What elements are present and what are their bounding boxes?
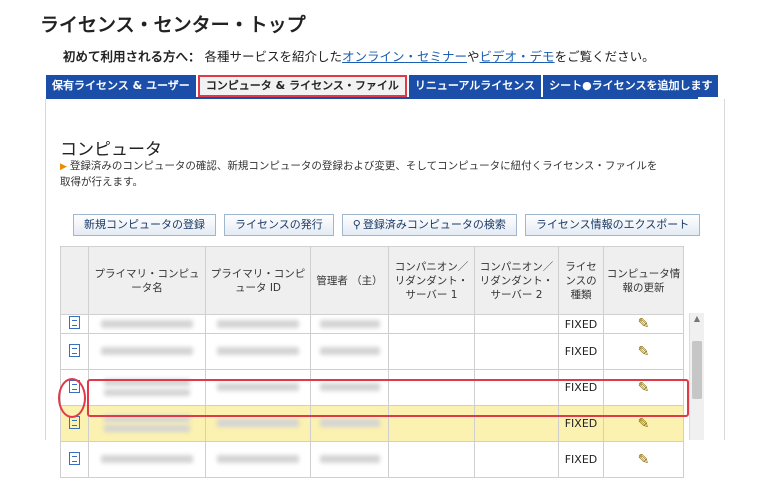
redacted-admin: [319, 319, 380, 328]
tab-computers-license-files[interactable]: コンピュータ & ライセンス・ファイル: [197, 75, 407, 97]
document-icon[interactable]: [69, 343, 80, 357]
redacted-name-line2: [104, 425, 190, 432]
header-companion-server-1[interactable]: コンパニオン／リダンダント・サーバー 1: [388, 246, 475, 315]
table-row: FIXED ✎: [60, 314, 684, 334]
magnifier-icon: ⚲: [352, 218, 361, 231]
pencil-icon[interactable]: ✎: [638, 452, 650, 468]
table-row: FIXED ✎: [60, 441, 684, 478]
main-tabs: 保有ライセンス & ユーザー コンピュータ & ライセンス・ファイル リニューア…: [46, 75, 719, 97]
header-admin[interactable]: 管理者 （主）: [310, 246, 389, 315]
redacted-admin: [319, 419, 380, 427]
license-type: FIXED: [558, 333, 604, 370]
header-primary-computer-name[interactable]: プライマリ・コンピュータ名: [88, 246, 206, 315]
pencil-icon[interactable]: ✎: [638, 344, 650, 360]
pencil-icon[interactable]: ✎: [638, 416, 650, 432]
section-title: コンピュータ: [60, 140, 162, 160]
register-computer-button[interactable]: 新規コンピュータの登録: [73, 214, 216, 236]
redacted-admin: [319, 347, 380, 355]
header-icon: [60, 246, 89, 315]
intro-text-after: をご覧ください。: [554, 49, 655, 64]
scroll-thumb[interactable]: [692, 341, 702, 399]
table-header-row: プライマリ・コンピュータ名 プライマリ・コンピュータ ID 管理者 （主） コン…: [60, 246, 684, 315]
redacted-id: [217, 347, 299, 355]
search-computers-button[interactable]: ⚲ 登録済みコンピュータの検索: [341, 214, 517, 236]
redacted-id: [217, 319, 299, 328]
computers-table: プライマリ・コンピュータ名 プライマリ・コンピュータ ID 管理者 （主） コン…: [60, 246, 684, 478]
tab-add-seat-licenses[interactable]: シート●ライセンスを追加します: [543, 75, 719, 97]
header-primary-computer-id[interactable]: プライマリ・コンピュータ ID: [205, 246, 311, 315]
redacted-name: [101, 319, 193, 328]
table-row: FIXED ✎: [60, 333, 684, 370]
section-description: ▶ 登録済みのコンピュータの確認、新規コンピュータの登録および変更、そしてコンピュ…: [60, 159, 660, 190]
header-companion-server-2[interactable]: コンパニオン／リダンダント・サーバー 2: [474, 246, 559, 315]
tab-licenses-users[interactable]: 保有ライセンス & ユーザー: [46, 75, 196, 97]
license-type: FIXED: [558, 314, 604, 334]
document-icon[interactable]: [69, 316, 80, 329]
intro-bold: 初めて利用される方へ：: [63, 49, 201, 64]
document-icon[interactable]: [69, 451, 80, 465]
icon-highlight-circle: [58, 378, 86, 418]
intro-text: 初めて利用される方へ： 各種サービスを紹介したオンライン・セミナーやビデオ・デモ…: [63, 46, 655, 65]
export-license-info-button[interactable]: ライセンス情報のエクスポート: [524, 214, 701, 236]
arrow-icon: ▶: [60, 162, 67, 172]
redacted-name: [101, 455, 193, 463]
header-update-info[interactable]: コンピュータ情報の更新: [603, 246, 684, 315]
intro-mid: や: [467, 49, 480, 64]
redacted-name: [101, 347, 193, 355]
redacted-admin: [319, 455, 380, 463]
header-license-type[interactable]: ライセンスの種類: [558, 246, 604, 315]
scroll-up-icon[interactable]: ▲: [690, 313, 704, 325]
section-description-text: 登録済みのコンピュータの確認、新規コンピュータの登録および変更、そしてコンピュー…: [60, 160, 658, 188]
table-scrollbar[interactable]: ▲: [689, 313, 704, 440]
redacted-id: [217, 419, 299, 427]
pencil-icon[interactable]: ✎: [638, 316, 650, 332]
page-title: ライセンス・センター・トップ: [40, 14, 306, 36]
action-buttons: 新規コンピュータの登録 ライセンスの発行 ⚲ 登録済みコンピュータの検索 ライセン…: [73, 214, 701, 236]
issue-license-button[interactable]: ライセンスの発行: [224, 214, 334, 236]
search-computers-label: 登録済みコンピュータの検索: [362, 218, 506, 231]
tab-renewal-licenses[interactable]: リニューアルライセンス: [408, 75, 542, 97]
license-type: FIXED: [558, 441, 604, 478]
row-highlight-frame: [87, 379, 689, 417]
intro-text-before: 各種サービスを紹介した: [204, 49, 343, 64]
redacted-id: [217, 455, 299, 463]
video-demo-link[interactable]: ビデオ・デモ: [480, 49, 555, 64]
online-seminar-link[interactable]: オンライン・セミナー: [342, 49, 467, 64]
